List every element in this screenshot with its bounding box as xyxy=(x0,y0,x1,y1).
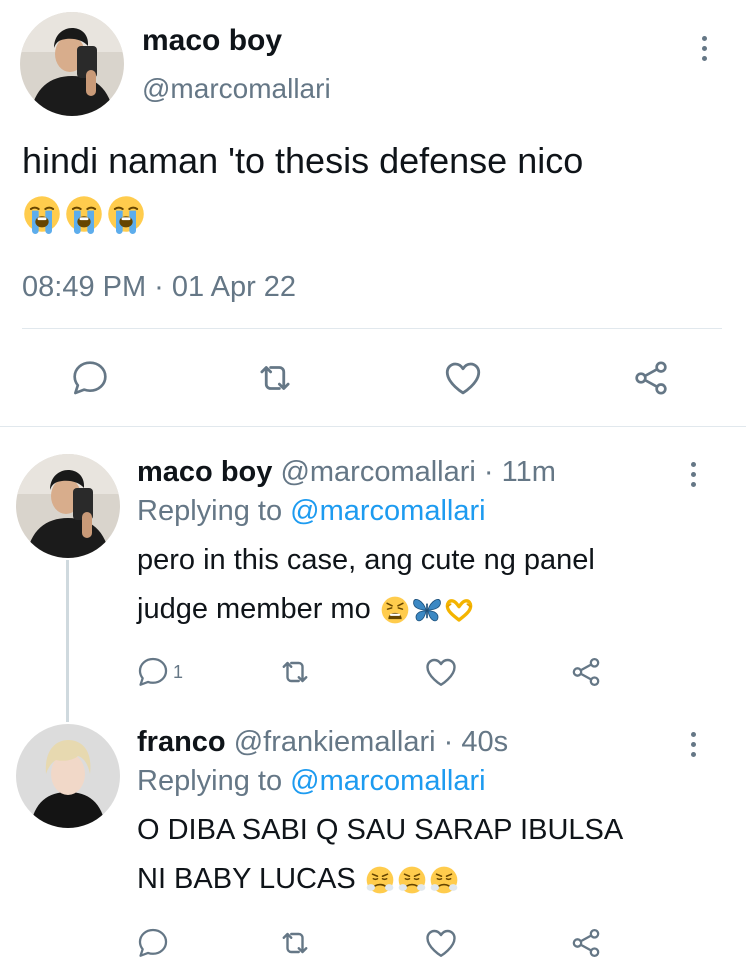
reply-count: 1 xyxy=(173,661,184,682)
retweet-icon xyxy=(277,925,313,961)
reply-handle[interactable]: @frankiemallari xyxy=(234,726,436,758)
main-tweet-emojis xyxy=(22,194,146,234)
reply-share-button[interactable] xyxy=(568,925,604,961)
reply-text-line2: NI BABY LUCAS xyxy=(137,863,459,896)
share-icon xyxy=(631,358,671,398)
reply-text-line1: pero in this case, ang cute ng panel xyxy=(137,544,595,576)
retweet-icon xyxy=(254,357,296,399)
reply-display-name[interactable]: maco boy xyxy=(137,456,272,488)
reply-text-line2-text: NI BABY LUCAS xyxy=(137,863,356,895)
reply-more-icon[interactable] xyxy=(688,732,698,757)
reply-like-button[interactable] xyxy=(423,654,459,690)
avatar-maco-boy[interactable] xyxy=(16,454,120,558)
replying-to-handle[interactable]: @marcomallari xyxy=(290,765,485,797)
reply-icon xyxy=(136,655,170,689)
reply-handle[interactable]: @marcomallari xyxy=(280,456,475,488)
reply-share-button[interactable] xyxy=(568,654,604,690)
reply-reply-button[interactable]: 1 xyxy=(136,654,183,690)
replying-to: Replying to @marcomallari xyxy=(137,765,486,798)
heart-icon xyxy=(442,357,484,399)
face-with-steam-icon xyxy=(429,865,459,895)
reply-icon xyxy=(136,926,170,960)
main-share-button[interactable] xyxy=(629,356,673,400)
reply-header: maco boy @marcomallari · 11m xyxy=(137,456,556,489)
replying-to-handle[interactable]: @marcomallari xyxy=(290,495,485,527)
heart-hands-icon xyxy=(444,595,474,625)
blue-butterfly-icon xyxy=(412,595,442,625)
reply-text-line2: judge member mo xyxy=(137,593,474,626)
reply-like-button[interactable] xyxy=(423,925,459,961)
main-tweet-text: hindi naman 'to thesis defense nico xyxy=(22,140,584,181)
main-more-icon[interactable] xyxy=(699,36,709,61)
reply-more-icon[interactable] xyxy=(688,462,698,487)
share-icon xyxy=(569,655,603,689)
share-icon xyxy=(569,926,603,960)
reply-icon xyxy=(70,358,110,398)
loudly-crying-face-icon xyxy=(106,194,146,234)
reply-display-name[interactable]: franco xyxy=(137,726,226,758)
reply-header: franco @frankiemallari · 40s xyxy=(137,726,508,759)
reply-reply-button[interactable] xyxy=(136,925,173,961)
avatar-franco[interactable] xyxy=(16,724,120,828)
loudly-crying-face-icon xyxy=(22,194,62,234)
reply-text-line2-text: judge member mo xyxy=(137,593,371,625)
thread-line xyxy=(66,560,69,722)
avatar-maco-boy[interactable] xyxy=(20,12,124,116)
reply-time[interactable]: · 11m xyxy=(484,456,556,488)
main-reply-button[interactable] xyxy=(68,356,112,400)
section-divider xyxy=(0,426,746,427)
heart-icon xyxy=(423,654,459,690)
face-with-steam-icon xyxy=(397,865,427,895)
main-display-name[interactable]: maco boy xyxy=(142,24,282,58)
replying-to-label: Replying to xyxy=(137,765,283,797)
face-with-steam-icon xyxy=(365,865,395,895)
replying-to: Replying to @marcomallari xyxy=(137,495,486,528)
reply-retweet-button[interactable] xyxy=(277,925,313,961)
reply-retweet-button[interactable] xyxy=(277,654,313,690)
retweet-icon xyxy=(277,654,313,690)
reply-text-line1: O DIBA SABI Q SAU SARAP IBULSA xyxy=(137,814,624,846)
heart-icon xyxy=(423,925,459,961)
replying-to-label: Replying to xyxy=(137,495,283,527)
loudly-crying-face-icon xyxy=(64,194,104,234)
main-timestamp[interactable]: 08:49 PM · 01 Apr 22 xyxy=(22,271,296,304)
main-retweet-button[interactable] xyxy=(253,356,297,400)
weary-face-icon xyxy=(380,595,410,625)
reply-time[interactable]: · 40s xyxy=(444,726,508,758)
divider xyxy=(22,328,722,329)
main-like-button[interactable] xyxy=(441,356,485,400)
main-handle[interactable]: @marcomallari xyxy=(142,73,331,105)
